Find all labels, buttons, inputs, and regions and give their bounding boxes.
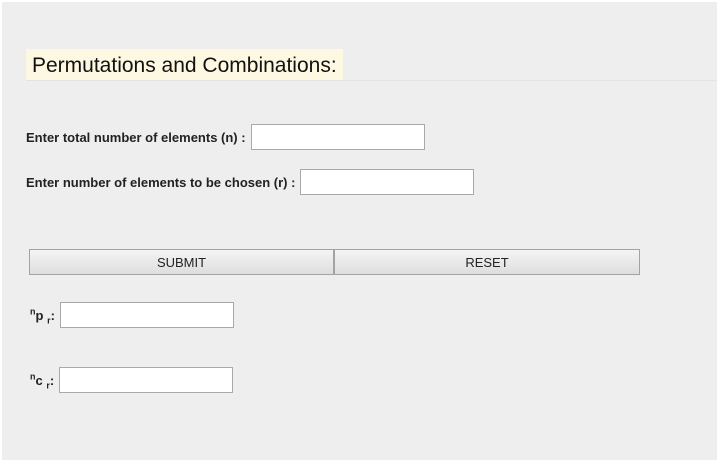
title-box: Permutations and Combinations: — [26, 49, 343, 81]
n-label: Enter total number of elements (n) : — [26, 129, 246, 145]
n-input[interactable] — [250, 124, 425, 150]
n-row: Enter total number of elements (n) : — [26, 124, 425, 150]
npr-colon: : — [50, 307, 55, 323]
npr-row: np r: — [30, 302, 234, 328]
page-title: Permutations and Combinations: — [32, 53, 337, 77]
npr-output[interactable] — [59, 302, 234, 328]
reset-button[interactable]: RESET — [334, 249, 640, 275]
ncr-base: c — [35, 372, 43, 388]
npr-base: p — [35, 307, 44, 323]
title-divider — [26, 80, 717, 81]
r-input[interactable] — [300, 169, 475, 195]
r-row: Enter number of elements to be chosen (r… — [26, 169, 475, 195]
calculator-panel: Permutations and Combinations: Enter tot… — [2, 2, 717, 460]
ncr-row: nc r: — [30, 367, 234, 393]
npr-label: np r: — [30, 307, 55, 325]
r-label: Enter number of elements to be chosen (r… — [26, 174, 296, 190]
ncr-output[interactable] — [59, 367, 234, 393]
ncr-colon: : — [49, 372, 55, 388]
ncr-label: nc r: — [30, 372, 55, 390]
submit-button[interactable]: SUBMIT — [29, 249, 334, 275]
